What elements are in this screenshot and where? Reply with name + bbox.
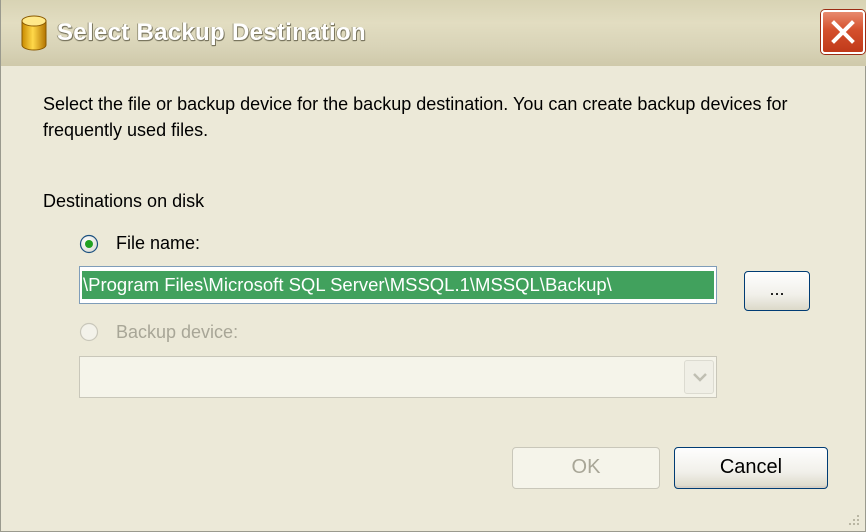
file-name-radio[interactable] xyxy=(79,234,99,254)
destinations-group-label: Destinations on disk xyxy=(43,191,205,211)
title-bar[interactable]: Select Backup Destination xyxy=(1,0,866,66)
resize-grip-icon[interactable] xyxy=(847,513,861,527)
file-name-input[interactable]: \Program Files\Microsoft SQL Server\MSSQ… xyxy=(79,266,717,304)
database-icon xyxy=(21,15,47,51)
close-icon xyxy=(831,20,855,44)
chevron-down-icon xyxy=(693,373,707,382)
ok-button[interactable]: OK xyxy=(512,447,660,489)
file-name-label: File name: xyxy=(116,233,201,253)
backup-device-combo[interactable] xyxy=(79,356,717,398)
file-name-value: \Program Files\Microsoft SQL Server\MSSQ… xyxy=(83,274,612,295)
close-button[interactable] xyxy=(821,10,865,54)
cancel-button[interactable]: Cancel xyxy=(674,447,828,489)
backup-device-label: Backup device: xyxy=(116,322,239,342)
browse-button[interactable]: ... xyxy=(744,271,810,311)
backup-device-radio[interactable] xyxy=(79,322,99,342)
combo-dropdown-button[interactable] xyxy=(684,360,714,394)
dialog-window: Select Backup Destination Select the fil… xyxy=(0,0,866,532)
description-text: Select the file or backup device for the… xyxy=(43,94,788,140)
window-title: Select Backup Destination xyxy=(57,19,366,46)
